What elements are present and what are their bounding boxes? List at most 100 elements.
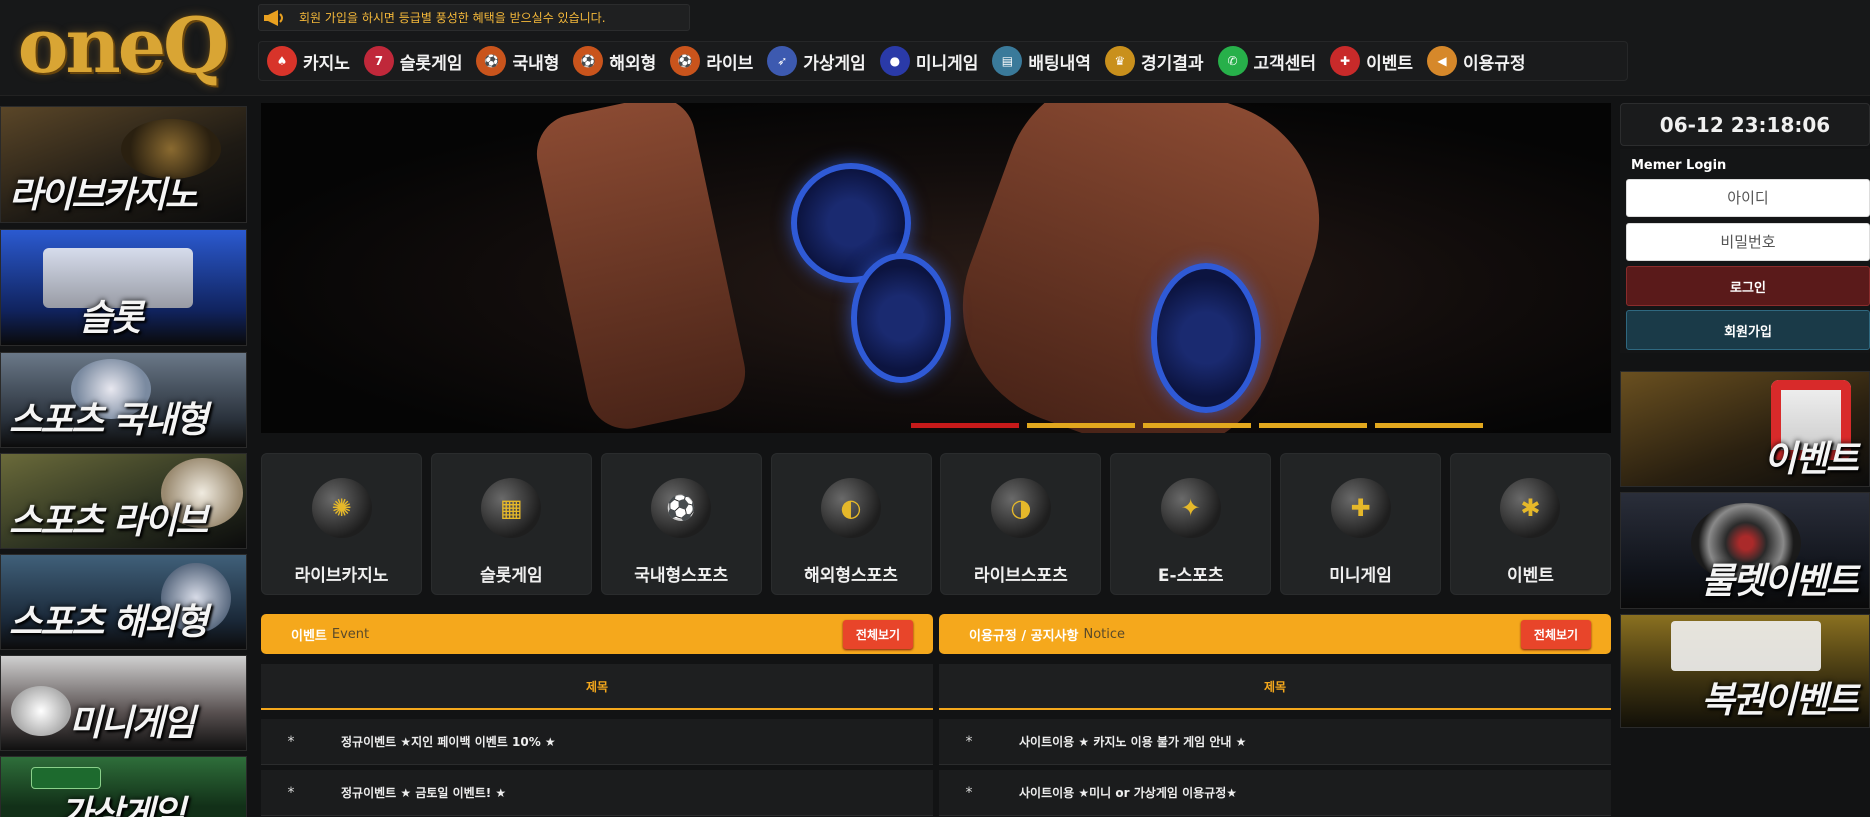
soccer-ball-icon: ⚽	[651, 478, 712, 538]
virtual-race-icon: ➶	[767, 46, 798, 76]
category-label: 해외형스포츠	[804, 566, 898, 586]
hero-image-hand-right	[929, 103, 1353, 433]
banner-mini-game[interactable]: 미니게임	[0, 655, 247, 751]
banner-event[interactable]: 이벤트	[1620, 371, 1870, 487]
banner-label: 슬롯	[79, 298, 143, 339]
slider-dot[interactable]	[1259, 423, 1367, 428]
banner-label: 이벤트	[1763, 439, 1859, 480]
main-nav: ♠ 카지노 7 슬롯게임 ⚽ 국내형 ⚽ 해외형 ⚽ 라이브 ➶ 가상게임 ● …	[258, 41, 1628, 81]
banner-label: 복권이벤트	[1701, 680, 1859, 721]
nav-item-event[interactable]: ✚ 이벤트	[1322, 42, 1419, 80]
nav-label: 이용규정	[1462, 53, 1526, 74]
sports-balls-icon: ⚽	[573, 46, 604, 76]
username-input[interactable]	[1626, 179, 1870, 217]
app-root: oneQ 회원 가입을 하시면 등급별 풍성한 혜택을 받으실수 있습니다. ♠…	[0, 0, 1870, 817]
controller-icon: ✚	[1330, 478, 1391, 538]
banner-lottery-event[interactable]: 복권이벤트	[1620, 614, 1870, 728]
join-button[interactable]: 회원가입	[1626, 310, 1870, 350]
gift-icon: ✚	[1330, 46, 1361, 76]
nav-label: 라이브	[706, 53, 754, 74]
slider-dot[interactable]	[911, 423, 1019, 428]
notice-text: 회원 가입을 하시면 등급별 풍성한 혜택을 받으실수 있습니다.	[299, 11, 606, 25]
board-header: 이벤트 Event 전체보기	[261, 614, 933, 654]
nav-label: 카지노	[303, 53, 350, 74]
sports-balls-icon: ⚽	[670, 46, 701, 76]
category-esports[interactable]: ✦ E-스포츠	[1110, 453, 1272, 595]
banner-sports-domestic[interactable]: 스포츠 국내형	[0, 352, 247, 448]
slot-machine-icon: 7	[363, 46, 394, 76]
table-row[interactable]: * 사이트이용 ★미니 or 가상게임 이용규정★	[939, 770, 1611, 816]
nav-item-virtual[interactable]: ➶ 가상게임	[759, 42, 872, 80]
banner-virtual-game[interactable]: 가상게임	[0, 756, 247, 817]
nav-label: 가상게임	[803, 53, 866, 74]
banner-label: 라이브카지노	[9, 175, 198, 216]
banner-live-casino[interactable]: 라이브카지노	[0, 106, 247, 223]
football-helmet-icon: ◐	[821, 478, 882, 538]
banner-label: 스포츠 해외형	[9, 602, 208, 643]
table-row[interactable]: * 정규이벤트 ★ 금토일 이벤트! ★	[261, 770, 933, 816]
table-row[interactable]: * 정규이벤트 ★지인 페이백 이벤트 10% ★	[261, 719, 933, 765]
slider-dot[interactable]	[1027, 423, 1135, 428]
row-bullet: *	[287, 784, 295, 801]
banner-sports-foreign[interactable]: 스포츠 해외형	[0, 554, 247, 650]
category-grid: ✺ 라이브카지노 ▦ 슬롯게임 ⚽ 국내형스포츠 ◐ 해외형스포츠 ◑ 라이브스…	[261, 453, 1611, 595]
category-event[interactable]: ✱ 이벤트	[1449, 453, 1611, 595]
banner-sports-live[interactable]: 스포츠 라이브	[0, 453, 247, 549]
notice-bar: 회원 가입을 하시면 등급별 풍성한 혜택을 받으실수 있습니다.	[258, 4, 690, 31]
category-label: E-스포츠	[1157, 566, 1224, 586]
hero-chip-icon	[1151, 263, 1261, 413]
nav-label: 이벤트	[1366, 53, 1413, 74]
notice-board: 이용규정 / 공지사항 Notice 전체보기 제목 * 사이트이용 ★ 카지노…	[939, 614, 1611, 817]
category-domestic-sports[interactable]: ⚽ 국내형스포츠	[600, 453, 762, 595]
board-title: 이용규정 / 공지사항	[969, 628, 1079, 644]
banner-label: 룰렛이벤트	[1701, 561, 1859, 602]
banner-label: 스포츠 라이브	[9, 501, 208, 542]
megaphone-icon	[261, 8, 287, 28]
event-board: 이벤트 Event 전체보기 제목 * 정규이벤트 ★지인 페이백 이벤트 10…	[261, 614, 933, 817]
category-label: 라이브스포츠	[973, 566, 1068, 586]
view-all-button[interactable]: 전체보기	[1521, 620, 1591, 649]
category-slot[interactable]: ▦ 슬롯게임	[430, 453, 592, 595]
slider-dot[interactable]	[1143, 423, 1251, 428]
banner-slot[interactable]: 슬롯	[0, 229, 247, 346]
category-mini-game[interactable]: ✚ 미니게임	[1280, 453, 1442, 595]
hero-image-hand-left	[529, 103, 753, 433]
nav-item-casino[interactable]: ♠ 카지노	[259, 42, 356, 80]
table-row[interactable]: * 사이트이용 ★ 카지노 이용 불가 게임 안내 ★	[939, 719, 1611, 765]
login-box: Memer Login 로그인 회원가입	[1620, 149, 1870, 353]
nav-label: 미니게임	[915, 53, 979, 74]
nav-item-support[interactable]: ✆ 고객센터	[1210, 42, 1323, 80]
row-title: 사이트이용 ★미니 or 가상게임 이용규정★	[1019, 786, 1237, 800]
hero-chip-icon	[851, 253, 951, 383]
nav-label: 고객센터	[1253, 53, 1317, 74]
nav-item-domestic[interactable]: ⚽ 국내형	[468, 42, 565, 80]
nav-item-results[interactable]: ♛ 경기결과	[1097, 42, 1210, 80]
hero-slider[interactable]	[261, 103, 1611, 433]
column-title: 제목	[585, 679, 609, 694]
category-label: 국내형스포츠	[634, 566, 729, 586]
left-banner-column: 라이브카지노 슬롯 스포츠 국내형 스포츠 라이브 스포츠 해외형 미니게임 가…	[0, 103, 250, 817]
logo[interactable]: oneQ	[18, 6, 230, 86]
nav-item-mini[interactable]: ● 미니게임	[872, 42, 985, 80]
nav-item-rules[interactable]: ◀ 이용규정	[1419, 42, 1532, 80]
column-title: 제목	[1263, 679, 1287, 694]
category-label: 미니게임	[1329, 566, 1392, 586]
password-input[interactable]	[1626, 223, 1870, 261]
category-foreign-sports[interactable]: ◐ 해외형스포츠	[770, 453, 932, 595]
nav-item-slot[interactable]: 7 슬롯게임	[356, 42, 469, 80]
banner-roulette-event[interactable]: 룰렛이벤트	[1620, 492, 1870, 609]
login-button[interactable]: 로그인	[1626, 266, 1870, 306]
table-header: 제목	[939, 664, 1611, 710]
nav-item-history[interactable]: ▤ 배팅내역	[984, 42, 1097, 80]
lottery-balls-icon	[11, 686, 71, 736]
banner-label: 미니게임	[69, 703, 195, 744]
powerball-icon: ●	[879, 46, 910, 76]
right-column: 06-12 23:18:06 Memer Login 로그인 회원가입 이벤트 …	[1620, 103, 1870, 817]
category-live-sports[interactable]: ◑ 라이브스포츠	[940, 453, 1102, 595]
ticket-icon	[1671, 621, 1821, 671]
nav-item-foreign[interactable]: ⚽ 해외형	[565, 42, 662, 80]
slider-dot[interactable]	[1375, 423, 1483, 428]
view-all-button[interactable]: 전체보기	[843, 620, 913, 649]
nav-item-live[interactable]: ⚽ 라이브	[662, 42, 759, 80]
category-live-casino[interactable]: ✺ 라이브카지노	[261, 453, 422, 595]
